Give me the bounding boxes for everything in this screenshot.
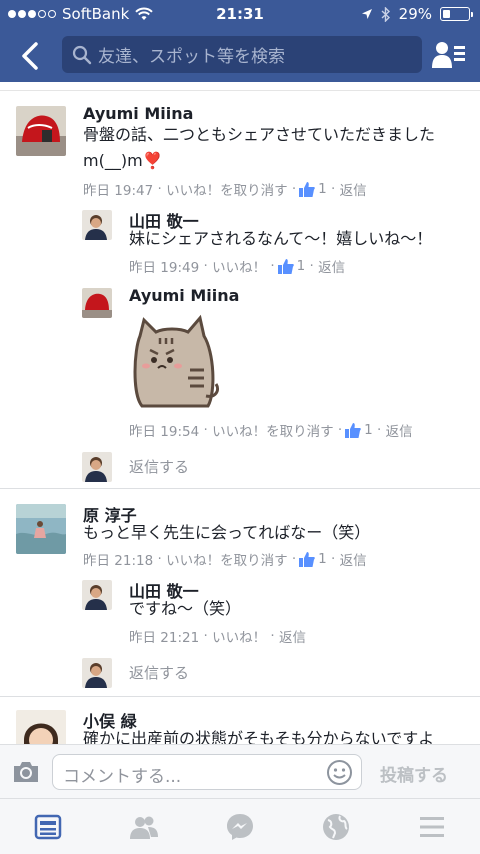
- menu-icon[interactable]: [416, 811, 448, 843]
- comment-placeholder: コメントする...: [63, 767, 182, 787]
- reply-link[interactable]: 返信: [340, 549, 367, 569]
- comment-meta: 昨日 19:49 · いいね！ · 1 · 返信: [129, 256, 346, 276]
- comment-composer: コメントする... 投稿する: [0, 744, 480, 798]
- search-icon: [72, 45, 92, 64]
- search-input[interactable]: 友達、スポット等を検索: [62, 36, 422, 73]
- unlike-link[interactable]: いいね！を取り消す: [166, 549, 288, 569]
- like-link[interactable]: いいね！: [212, 256, 266, 276]
- avatar[interactable]: [16, 504, 66, 554]
- search-placeholder: 友達、スポット等を検索: [98, 47, 285, 67]
- bluetooth-icon: [381, 6, 390, 22]
- avatar: [82, 658, 112, 688]
- comment-list: Ayumi Miina 骨盤の話、二つともシェアさせていただきました m(__)…: [0, 82, 480, 744]
- like-link[interactable]: いいね！: [212, 626, 266, 646]
- battery-percent: 29%: [398, 5, 432, 23]
- avatar[interactable]: [82, 288, 112, 318]
- avatar[interactable]: [82, 580, 112, 610]
- globe-notifications-icon[interactable]: [320, 811, 352, 843]
- commenter-name[interactable]: Ayumi Miina: [83, 104, 193, 123]
- comment-text: m(__)m❣️: [83, 151, 163, 170]
- reply-prompt[interactable]: 返信する: [129, 456, 189, 477]
- avatar[interactable]: [16, 106, 66, 156]
- reply-link[interactable]: 返信: [318, 256, 345, 276]
- smiley-icon[interactable]: [326, 759, 353, 786]
- reply-link[interactable]: 返信: [279, 626, 306, 646]
- post-button[interactable]: 投稿する: [380, 761, 448, 786]
- comment-text: 確かに出産前の状態がそもそも分からないですよ: [83, 729, 435, 744]
- location-icon: [361, 9, 372, 19]
- messenger-icon[interactable]: [224, 811, 256, 843]
- reply-prompt[interactable]: 返信する: [129, 662, 189, 683]
- avatar: [82, 452, 112, 482]
- like-thumb-icon: [345, 422, 361, 438]
- timestamp: 昨日 21:18: [83, 553, 154, 569]
- like-count: 1: [318, 181, 327, 197]
- comment-text: もっと早く先生に会ってればなー（笑）: [83, 523, 371, 542]
- friend-list-icon[interactable]: [432, 40, 466, 70]
- battery-icon: [440, 7, 473, 21]
- avatar[interactable]: [16, 710, 66, 744]
- battery-fill: [443, 10, 450, 18]
- like-thumb-icon: [277, 258, 294, 274]
- like-thumb-icon: [299, 181, 315, 197]
- friends-icon[interactable]: [128, 811, 160, 843]
- like-count: 1: [296, 258, 306, 274]
- comment-meta: 昨日 19:47 · いいね！を取り消す · 1 · 返信: [83, 179, 367, 199]
- like-thumb-icon: [299, 551, 315, 567]
- unlike-link[interactable]: いいね！を取り消す: [166, 179, 288, 199]
- timestamp: 昨日 19:54: [129, 424, 200, 440]
- comment-text: 妹にシェアされるなんて〜！嬉しいね〜！: [129, 229, 433, 248]
- like-count: 1: [364, 422, 373, 438]
- comment-text: 骨盤の話、二つともシェアさせていただきました: [83, 125, 436, 144]
- timestamp: 昨日 19:47: [83, 183, 154, 199]
- comment-text: ですね〜（笑）: [129, 599, 242, 618]
- comment-meta: 昨日 19:54 · いいね！を取り消す · 1 · 返信: [129, 420, 413, 440]
- back-icon[interactable]: [16, 38, 44, 74]
- comment-meta: 昨日 21:21 · いいね！ · 返信: [129, 626, 306, 646]
- reply-link[interactable]: 返信: [340, 179, 367, 199]
- timestamp: 昨日 21:21: [129, 630, 200, 646]
- status-bar: SoftBank 21:31 29%: [0, 0, 480, 28]
- avatar[interactable]: [82, 210, 112, 240]
- comment-meta: 昨日 21:18 · いいね！を取り消す · 1 · 返信: [83, 549, 367, 569]
- news-feed-icon[interactable]: [32, 811, 64, 843]
- camera-icon[interactable]: [12, 759, 40, 785]
- like-count: 1: [318, 551, 327, 567]
- timestamp: 昨日 19:49: [129, 260, 200, 276]
- pusheen-sticker[interactable]: [130, 314, 222, 414]
- reply-link[interactable]: 返信: [386, 420, 413, 440]
- tab-bar: [0, 798, 480, 854]
- unlike-link[interactable]: いいね！を取り消す: [212, 420, 334, 440]
- commenter-name[interactable]: Ayumi Miina: [129, 286, 239, 305]
- comment-input[interactable]: コメントする...: [52, 754, 362, 790]
- top-bar: SoftBank 21:31 29% 友達、スポット等を検索: [0, 0, 480, 82]
